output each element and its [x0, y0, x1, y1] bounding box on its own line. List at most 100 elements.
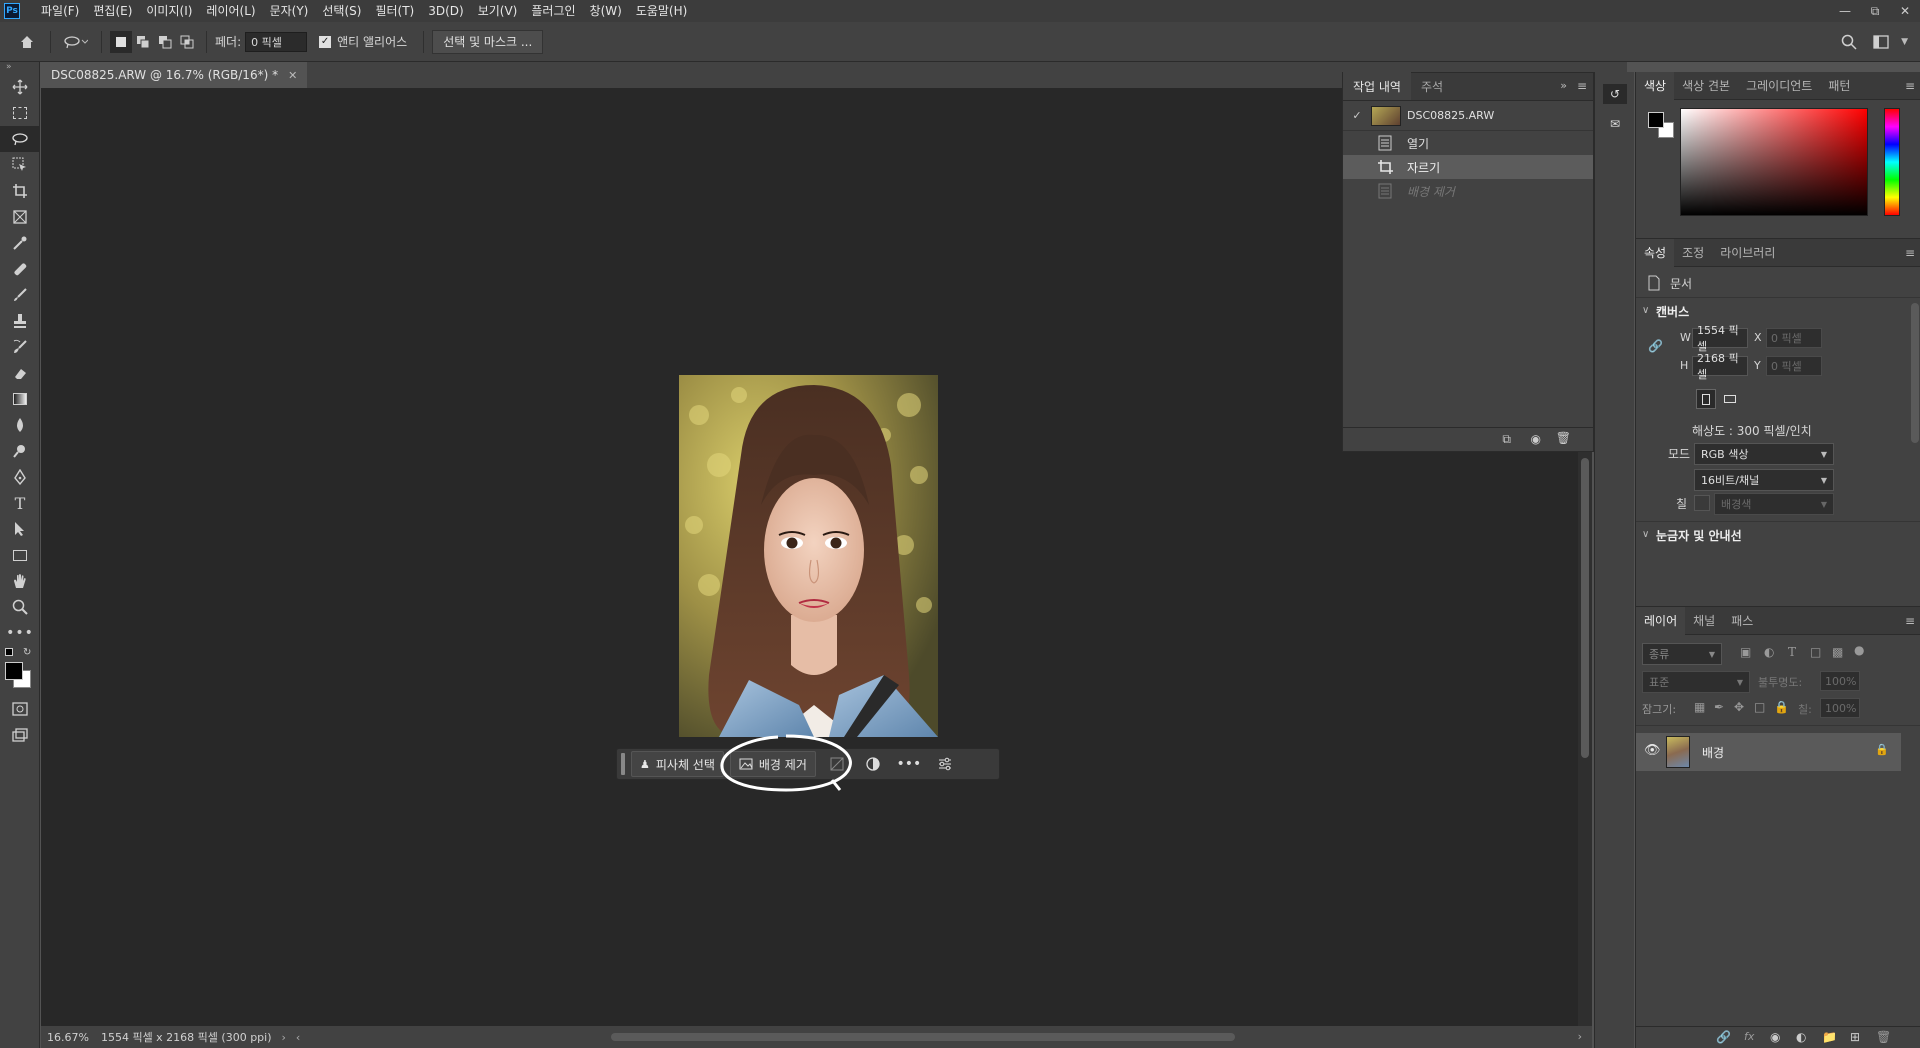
quick-mask-icon[interactable] — [0, 696, 40, 722]
menu-image[interactable]: 이미지(I) — [139, 0, 199, 22]
tab-notes[interactable]: 주석 — [1411, 72, 1453, 100]
tab-libraries[interactable]: 라이브러리 — [1712, 239, 1783, 267]
filter-type-icon[interactable]: T — [1788, 645, 1796, 659]
swap-colors-icon[interactable]: ↻ — [23, 647, 31, 658]
dodge-tool-icon[interactable] — [0, 438, 40, 464]
menu-filter[interactable]: 필터(T) — [368, 0, 421, 22]
frame-tool-icon[interactable] — [0, 204, 40, 230]
vertical-scroll-thumb[interactable] — [1581, 458, 1589, 758]
scroll-right-icon[interactable]: › — [1578, 1030, 1582, 1043]
history-step-remove-bg[interactable]: 배경 제거 — [1343, 179, 1593, 203]
subtract-selection-icon[interactable] — [154, 31, 176, 53]
delete-layer-icon[interactable]: 🗑 — [1876, 1030, 1891, 1044]
canvas-section-header[interactable]: 캔버스 — [1656, 303, 1689, 320]
status-menu-icon[interactable]: › — [282, 1031, 286, 1044]
rectangle-tool-icon[interactable] — [0, 542, 40, 568]
rulers-collapse-icon[interactable]: ∨ — [1642, 529, 1649, 540]
tab-channels[interactable]: 채널 — [1685, 607, 1723, 635]
layer-row-background[interactable]: 👁 배경 🔒 — [1636, 733, 1901, 771]
tab-history[interactable]: 작업 내역 — [1343, 72, 1411, 100]
menu-help[interactable]: 도움말(H) — [629, 0, 695, 22]
lock-artboard-icon[interactable]: □ — [1754, 700, 1765, 714]
bit-depth-select[interactable]: 16비트/채널 ▼ — [1694, 469, 1834, 491]
new-selection-icon[interactable] — [110, 30, 132, 53]
tab-swatches[interactable]: 색상 견본 — [1674, 72, 1738, 100]
select-subject-button[interactable]: ♟ 피사체 선택 — [631, 751, 724, 777]
menu-window[interactable]: 창(W) — [583, 0, 629, 22]
hue-slider[interactable] — [1884, 108, 1900, 216]
tab-color[interactable]: 색상 — [1636, 71, 1675, 100]
zoom-tool-icon[interactable] — [0, 594, 40, 620]
brush-tool-icon[interactable] — [0, 282, 40, 308]
tab-adjustments[interactable]: 조정 — [1674, 239, 1712, 267]
taskbar-drag-handle[interactable] — [621, 753, 625, 775]
menu-type[interactable]: 문자(Y) — [263, 0, 316, 22]
close-tab-icon[interactable]: ✕ — [288, 69, 297, 82]
menu-edit[interactable]: 편집(E) — [86, 0, 139, 22]
menu-plugins[interactable]: 플러그인 — [524, 0, 582, 22]
lasso-tool-icon[interactable] — [0, 126, 40, 152]
crop-tool-icon[interactable] — [0, 178, 40, 204]
new-group-icon[interactable]: 📁 — [1822, 1030, 1837, 1044]
rulers-section-header[interactable]: 눈금자 및 안내선 — [1656, 527, 1742, 544]
properties-scroll-thumb[interactable] — [1911, 303, 1919, 443]
search-icon[interactable] — [1838, 31, 1860, 53]
more-tools-icon[interactable]: ••• — [0, 620, 40, 646]
clone-stamp-tool-icon[interactable] — [0, 308, 40, 334]
fill-color-swatch[interactable] — [1694, 495, 1710, 511]
menu-view[interactable]: 보기(V) — [471, 0, 525, 22]
new-layer-icon[interactable]: ⊞ — [1850, 1030, 1860, 1044]
workspace-icon[interactable] — [1870, 31, 1892, 53]
filter-pixel-icon[interactable]: ▣ — [1740, 645, 1751, 659]
document-tab[interactable]: DSC08825.ARW @ 16.7% (RGB/16*) * ✕ — [41, 62, 308, 88]
height-input[interactable]: 2168 픽셀 — [1692, 352, 1748, 381]
history-step-crop[interactable]: 자르기 — [1343, 155, 1593, 179]
layer-filter-select[interactable]: 종류 ▼ — [1642, 643, 1722, 665]
history-snapshot[interactable]: ✓ DSC08825.ARW — [1343, 101, 1593, 131]
trash-icon[interactable]: 🗑 — [1556, 431, 1571, 445]
y-input[interactable]: 0 픽셀 — [1766, 356, 1822, 376]
add-mask-icon[interactable]: ◉ — [1770, 1030, 1780, 1044]
type-tool-icon[interactable]: T — [0, 490, 40, 516]
fill-select[interactable]: 배경색 ▼ — [1714, 493, 1834, 515]
history-panel-icon[interactable]: ↺ — [1603, 84, 1627, 104]
history-step-open[interactable]: 열기 — [1343, 131, 1593, 155]
filter-shape-icon[interactable]: □ — [1810, 645, 1821, 659]
layer-fill-input[interactable]: 100% — [1820, 698, 1860, 718]
taskbar-settings-icon[interactable] — [930, 751, 960, 777]
foreground-color-chip[interactable] — [1648, 112, 1664, 128]
new-document-from-state-icon[interactable]: ⧉ — [1502, 432, 1511, 447]
blur-tool-icon[interactable] — [0, 412, 40, 438]
layer-name[interactable]: 배경 — [1702, 744, 1724, 761]
path-selection-tool-icon[interactable] — [0, 516, 40, 542]
collapse-toolbar-icon[interactable]: » — [0, 62, 39, 74]
minimize-icon[interactable]: — — [1830, 0, 1860, 22]
tab-patterns[interactable]: 패턴 — [1820, 72, 1858, 100]
adjustment-icon[interactable] — [858, 751, 888, 777]
tab-gradients[interactable]: 그레이디언트 — [1738, 72, 1820, 100]
antialias-checkbox[interactable]: ✓ — [319, 35, 332, 48]
tab-paths[interactable]: 패스 — [1723, 607, 1761, 635]
layer-visibility-icon[interactable]: 👁 — [1644, 743, 1661, 758]
document-image[interactable] — [679, 375, 938, 737]
home-icon[interactable] — [16, 31, 38, 53]
layer-lock-icon[interactable]: 🔒 — [1875, 743, 1889, 756]
gradient-tool-icon[interactable] — [0, 386, 40, 412]
history-brush-source-icon[interactable]: ✓ — [1343, 109, 1371, 122]
color-panel-menu-icon[interactable]: ≡ — [1905, 79, 1915, 93]
workspace-dropdown-icon[interactable]: ▼ — [1901, 37, 1908, 47]
close-icon[interactable]: ✕ — [1890, 0, 1920, 22]
object-selection-tool-icon[interactable] — [0, 152, 40, 178]
filter-toggle-icon[interactable]: ● — [1854, 643, 1864, 657]
lock-all-icon[interactable]: 🔒 — [1774, 700, 1789, 714]
more-options-icon[interactable]: ••• — [894, 751, 924, 777]
lock-position-icon[interactable]: ✥ — [1734, 700, 1744, 714]
menu-layer[interactable]: 레이어(L) — [199, 0, 262, 22]
lasso-preset-icon[interactable] — [59, 31, 93, 53]
select-and-mask-button[interactable]: 선택 및 마스크 ... — [432, 29, 544, 54]
filter-adjustment-icon[interactable]: ◐ — [1764, 645, 1774, 659]
collapse-panel-icon[interactable]: » — [1560, 79, 1567, 92]
x-input[interactable]: 0 픽셀 — [1766, 328, 1822, 348]
move-tool-icon[interactable] — [0, 74, 40, 100]
intersect-selection-icon[interactable] — [176, 31, 198, 53]
